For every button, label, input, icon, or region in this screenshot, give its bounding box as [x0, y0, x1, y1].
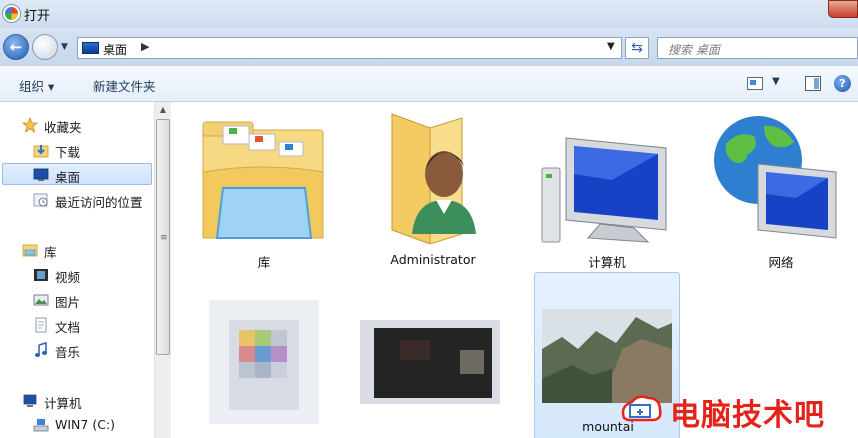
close-button[interactable]	[828, 0, 858, 18]
forward-button[interactable]	[32, 34, 58, 60]
sidebar-item-favorites[interactable]: 收藏夹	[22, 114, 150, 136]
documents-icon	[35, 317, 47, 333]
file-item-administrator[interactable]: Administrator	[360, 106, 506, 276]
command-toolbar: 组织 ▾ 新建文件夹 ▼ ?	[0, 66, 858, 102]
app-icon	[3, 5, 20, 22]
sidebar-item-label: 下载	[55, 145, 81, 160]
recent-places-icon	[33, 193, 48, 207]
sidebar-item-label: 文档	[55, 320, 81, 335]
back-button[interactable]: ←	[3, 34, 29, 60]
file-item-blurred-1[interactable]	[191, 278, 337, 438]
star-icon	[22, 117, 38, 133]
watermark-logo-icon	[621, 395, 662, 422]
file-item-label: 库	[257, 255, 271, 270]
search-input[interactable]: 搜索 桌面	[657, 37, 858, 59]
file-item-network[interactable]: 网络	[708, 106, 854, 276]
history-dropdown-icon[interactable]: ▼	[61, 42, 71, 52]
sidebar-item-libraries[interactable]: 库	[22, 239, 150, 261]
sidebar-item-label: 收藏夹	[44, 120, 82, 135]
sidebar-item-label: 最近访问的位置	[55, 195, 143, 210]
breadcrumb-arrow-icon[interactable]: ▶	[141, 40, 149, 53]
sidebar-item-videos[interactable]: 视频	[33, 264, 151, 286]
computer-icon	[23, 394, 37, 407]
sidebar-item-drive-c[interactable]: WIN7 (C:)	[33, 414, 151, 436]
blurred-file-icon	[209, 300, 319, 424]
pictures-icon	[33, 294, 49, 306]
navigation-scrollbar[interactable]: ▲ ≡	[154, 102, 171, 438]
address-dropdown-icon[interactable]: ▼	[607, 41, 615, 52]
desktop-icon	[82, 42, 99, 54]
sidebar-item-label: 图片	[55, 295, 81, 310]
network-icon	[714, 116, 837, 239]
grip-icon: ≡	[160, 233, 168, 243]
sidebar-item-label: 计算机	[44, 396, 82, 411]
navigation-bar: ← ▼ 桌面 ▶ ▼ ⇆ 搜索 桌面	[0, 28, 858, 66]
library-folder-icon	[202, 121, 324, 239]
drive-icon	[33, 419, 49, 432]
change-view-icon[interactable]	[747, 77, 763, 90]
library-icon	[22, 244, 38, 257]
sidebar-item-label: WIN7 (C:)	[55, 417, 116, 432]
file-item-libraries[interactable]: 库	[191, 106, 337, 276]
preview-pane-icon[interactable]	[805, 76, 821, 91]
sidebar-item-music[interactable]: 音乐	[33, 339, 151, 361]
sidebar-item-downloads[interactable]: 下载	[33, 139, 151, 161]
blurred-file-icon	[360, 320, 500, 404]
desktop-icon	[33, 168, 49, 181]
file-item-blurred-2[interactable]	[360, 278, 506, 438]
music-icon	[35, 342, 47, 357]
scroll-up-icon[interactable]: ▲	[155, 102, 171, 118]
sidebar-item-label: 音乐	[55, 345, 81, 360]
title-bar: 打开	[0, 0, 858, 28]
sidebar-item-pictures[interactable]: 图片	[33, 289, 151, 311]
user-folder-icon	[391, 113, 476, 244]
sidebar-item-label: 库	[44, 245, 57, 260]
computer-icon	[541, 137, 667, 243]
sidebar-item-computer[interactable]: 计算机	[22, 390, 150, 412]
breadcrumb-desktop[interactable]: 桌面	[103, 41, 127, 58]
help-icon[interactable]: ?	[834, 75, 851, 92]
sidebar-item-label: 桌面	[55, 170, 81, 185]
sidebar-item-documents[interactable]: 文档	[33, 314, 151, 336]
view-dropdown-icon[interactable]: ▼	[772, 76, 780, 87]
window-title: 打开	[24, 9, 51, 24]
file-item-computer[interactable]: 计算机	[534, 106, 680, 276]
sidebar-item-recent[interactable]: 最近访问的位置	[33, 189, 151, 211]
new-folder-button[interactable]: 新建文件夹	[93, 76, 156, 95]
file-item-label: 网络	[768, 255, 794, 270]
search-placeholder: 搜索 桌面	[668, 43, 720, 57]
address-bar[interactable]: 桌面 ▶ ▼	[77, 37, 622, 59]
watermark: 电脑技术吧	[618, 388, 858, 433]
file-item-label: Administrator	[390, 252, 476, 267]
sidebar-item-desktop[interactable]: 桌面	[2, 163, 152, 185]
file-item-label: 计算机	[588, 255, 626, 270]
scroll-thumb[interactable]: ≡	[156, 119, 170, 355]
video-icon	[34, 269, 48, 281]
navigation-pane: 收藏夹 下载 桌面 最近访问的位置 库 视频 图片 文档 音乐 计算机 WIN7…	[0, 102, 154, 438]
sidebar-item-label: 视频	[55, 270, 81, 285]
organize-button[interactable]: 组织 ▾	[19, 76, 54, 95]
watermark-text: 电脑技术吧	[670, 398, 825, 433]
refresh-button[interactable]: ⇆	[625, 37, 649, 59]
download-folder-icon	[33, 145, 49, 158]
